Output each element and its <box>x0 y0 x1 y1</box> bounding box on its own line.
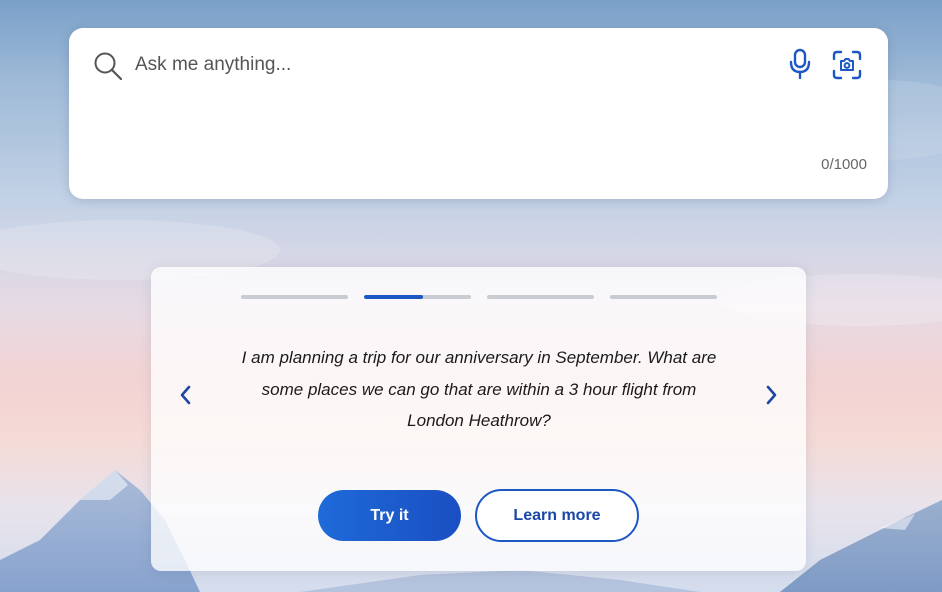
microphone-icon <box>789 48 811 80</box>
search-box: 0/1000 <box>69 28 888 199</box>
progress-segment-3[interactable] <box>487 295 594 299</box>
previous-button[interactable] <box>171 377 199 413</box>
progress-segment-2[interactable] <box>364 295 471 299</box>
progress-fill <box>364 295 423 299</box>
try-it-button[interactable]: Try it <box>318 490 461 541</box>
progress-segment-4[interactable] <box>610 295 717 299</box>
chevron-right-icon <box>766 385 777 405</box>
suggestion-card: I am planning a trip for our anniversary… <box>151 267 806 571</box>
suggestion-actions: Try it Learn more <box>151 489 806 542</box>
progress-segment-1[interactable] <box>241 295 348 299</box>
suggested-prompt: I am planning a trip for our anniversary… <box>241 348 717 430</box>
search-icon <box>92 50 124 82</box>
carousel-progress <box>241 295 717 301</box>
visual-search-button[interactable] <box>829 47 865 83</box>
learn-more-button[interactable]: Learn more <box>475 489 639 542</box>
chevron-left-icon <box>180 385 191 405</box>
search-input[interactable] <box>135 48 775 82</box>
next-button[interactable] <box>758 377 786 413</box>
camera-scan-icon <box>832 50 862 80</box>
character-counter: 0/1000 <box>821 156 867 173</box>
microphone-button[interactable] <box>783 46 817 82</box>
